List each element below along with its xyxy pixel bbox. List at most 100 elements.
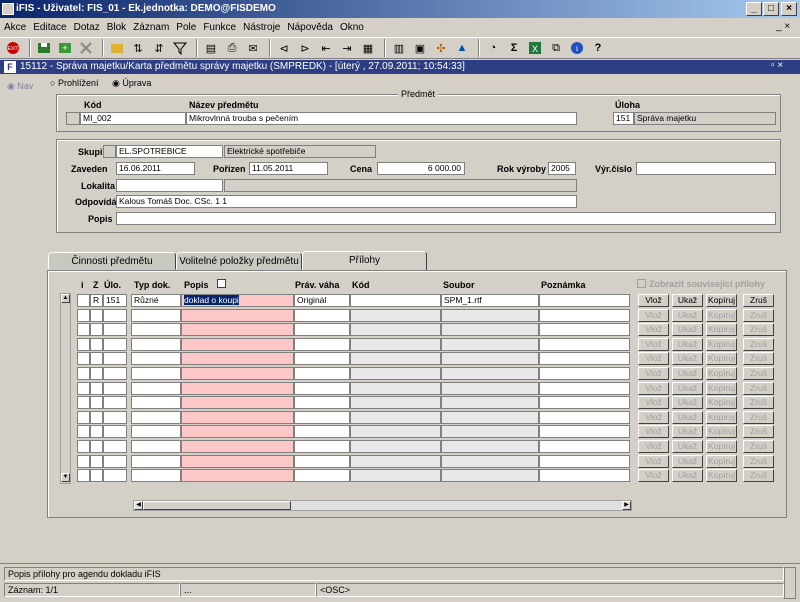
cell-popis[interactable] — [181, 454, 294, 468]
cell-kod[interactable] — [350, 381, 441, 395]
ukaz-button[interactable]: Ukaž — [672, 352, 703, 366]
cell-soubor[interactable] — [441, 308, 539, 322]
form-window-controls[interactable]: ▫ × — [771, 60, 783, 71]
cell-prav[interactable] — [294, 323, 350, 337]
cell-z[interactable] — [90, 454, 103, 468]
filter-icon[interactable] — [171, 39, 189, 57]
cell-poznamka[interactable] — [539, 337, 630, 351]
skupina-flag[interactable] — [103, 145, 116, 158]
zrus-button[interactable]: Zruš — [743, 294, 774, 307]
cell-i[interactable] — [77, 410, 90, 424]
scroll-down-icon[interactable]: ▼ — [61, 473, 70, 482]
cell-prav[interactable] — [294, 425, 350, 439]
cell-soubor[interactable] — [441, 367, 539, 380]
cell-ulo[interactable] — [103, 454, 127, 468]
zrus-button[interactable]: Zruš — [743, 410, 774, 424]
status-scroll[interactable] — [784, 567, 796, 599]
cell-kod[interactable] — [350, 410, 441, 424]
nav-button[interactable]: ◉ Nav — [7, 81, 33, 92]
vloz-button[interactable]: Vlož — [638, 367, 669, 380]
save-icon[interactable] — [35, 39, 53, 57]
cell-z[interactable] — [90, 440, 103, 453]
mode-edit-radio[interactable]: ◉ Úprava — [112, 78, 151, 89]
cell-ulo[interactable] — [103, 425, 127, 439]
ukaz-button[interactable]: Ukaž — [672, 367, 703, 380]
cell-poznamka[interactable] — [539, 308, 630, 322]
tab-cinnosti[interactable]: Činnosti předmětu — [48, 252, 176, 270]
cell-soubor[interactable] — [441, 352, 539, 366]
kopiruj-button[interactable]: Kopíruj — [706, 323, 737, 337]
cell-i[interactable] — [77, 381, 90, 395]
vloz-button[interactable]: Vlož — [638, 381, 669, 395]
last-icon[interactable]: ⇥ — [338, 39, 356, 57]
cell-typ[interactable] — [131, 440, 181, 453]
cell-i[interactable] — [77, 352, 90, 366]
cell-poznamka[interactable] — [539, 410, 630, 424]
uloha-code-field[interactable]: 151 — [613, 112, 634, 125]
vloz-button[interactable]: Vlož — [638, 294, 669, 307]
scroll-right-icon[interactable]: ▶ — [622, 501, 631, 510]
maximize-button[interactable]: □ — [763, 2, 779, 16]
cell-i[interactable] — [77, 367, 90, 380]
cell-prav[interactable]: Originál — [294, 294, 350, 307]
minimize-button[interactable]: _ — [746, 2, 762, 16]
cell-i[interactable] — [77, 454, 90, 468]
cell-poznamka[interactable] — [539, 396, 630, 410]
ukaz-button[interactable]: Ukaž — [672, 454, 703, 468]
porizen-field[interactable]: 11.05.2011 — [249, 162, 328, 175]
vloz-button[interactable]: Vlož — [638, 396, 669, 410]
cell-kod[interactable] — [350, 425, 441, 439]
menu-blok[interactable]: Blok — [107, 22, 126, 33]
popis-checkbox[interactable] — [217, 279, 226, 288]
kod-flag[interactable] — [66, 112, 80, 125]
kopiruj-button[interactable]: Kopíruj — [706, 425, 737, 439]
cell-popis[interactable] — [181, 396, 294, 410]
help-icon[interactable]: ? — [589, 39, 607, 57]
cell-ulo[interactable] — [103, 337, 127, 351]
vloz-button[interactable]: Vlož — [638, 352, 669, 366]
ukaz-button[interactable]: Ukaž — [672, 337, 703, 351]
cell-typ[interactable] — [131, 367, 181, 380]
ukaz-button[interactable]: Ukaž — [672, 425, 703, 439]
cell-i[interactable] — [77, 425, 90, 439]
cell-z[interactable] — [90, 367, 103, 380]
cell-i[interactable] — [77, 396, 90, 410]
cell-prav[interactable] — [294, 396, 350, 410]
zrus-button[interactable]: Zruš — [743, 308, 774, 322]
cell-z[interactable] — [90, 396, 103, 410]
cell-soubor[interactable]: SPM_1.rtf — [441, 294, 539, 307]
triangle-icon[interactable]: ▲ — [453, 39, 471, 57]
ukaz-button[interactable]: Ukaž — [672, 323, 703, 337]
cell-z[interactable] — [90, 469, 103, 483]
cell-i[interactable] — [77, 308, 90, 322]
tree-icon[interactable]: ▥ — [390, 39, 408, 57]
vyr-field[interactable] — [636, 162, 776, 175]
kopiruj-button[interactable]: Kopíruj — [706, 308, 737, 322]
cell-kod[interactable] — [350, 323, 441, 337]
info-icon[interactable]: i — [568, 39, 586, 57]
cell-prav[interactable] — [294, 308, 350, 322]
odpovida-field[interactable]: Kalous Tomáš Doc. CSc. 1 1 — [116, 195, 577, 208]
cell-soubor[interactable] — [441, 425, 539, 439]
first-icon[interactable]: ⇤ — [317, 39, 335, 57]
menu-akce[interactable]: Akce — [4, 22, 26, 33]
cell-kod[interactable] — [350, 367, 441, 380]
cell-z[interactable] — [90, 308, 103, 322]
cell-popis[interactable] — [181, 352, 294, 366]
mdi-controls[interactable]: _ × — [776, 21, 790, 32]
cell-ulo[interactable] — [103, 367, 127, 380]
zrus-button[interactable]: Zruš — [743, 352, 774, 366]
kopiruj-button[interactable]: Kopíruj — [706, 469, 737, 483]
cell-kod[interactable] — [350, 352, 441, 366]
zrus-button[interactable]: Zruš — [743, 440, 774, 453]
mode-browse-radio[interactable]: ○ Prohlížení — [50, 78, 98, 88]
vloz-button[interactable]: Vlož — [638, 469, 669, 483]
vloz-button[interactable]: Vlož — [638, 337, 669, 351]
kopiruj-button[interactable]: Kopíruj — [706, 337, 737, 351]
cell-prav[interactable] — [294, 469, 350, 483]
cell-prav[interactable] — [294, 337, 350, 351]
cell-soubor[interactable] — [441, 440, 539, 453]
cell-kod[interactable] — [350, 440, 441, 453]
zrus-button[interactable]: Zruš — [743, 454, 774, 468]
cell-poznamka[interactable] — [539, 440, 630, 453]
